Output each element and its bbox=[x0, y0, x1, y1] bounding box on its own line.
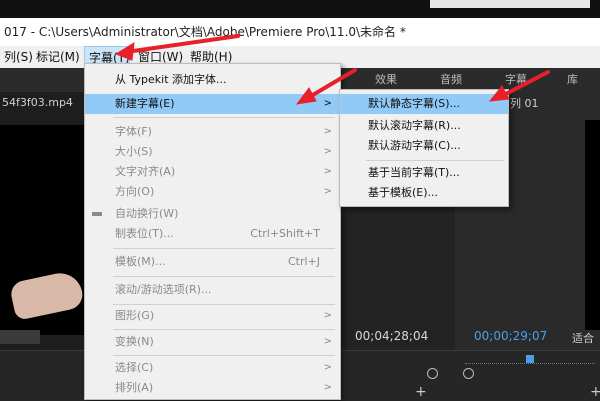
sequence-label[interactable]: 列 01 bbox=[510, 95, 539, 111]
window-title: 017 - C:\Users\Administrator\文档\Adobe\Pr… bbox=[0, 18, 600, 46]
add-button-right-icon[interactable]: + bbox=[590, 384, 600, 400]
fit-dropdown[interactable]: 适合 bbox=[572, 330, 594, 346]
add-button-icon[interactable]: + bbox=[415, 384, 427, 400]
source-end-marker-icon[interactable] bbox=[427, 368, 438, 379]
source-timecode[interactable]: 00;04;28;04 bbox=[355, 329, 428, 343]
clip-name[interactable]: 54f3f03.mp4 bbox=[2, 96, 73, 109]
menu-item-word-wrap[interactable]: 自动换行(W) bbox=[85, 204, 340, 224]
menu-separator bbox=[113, 248, 335, 249]
menu-item-label: 从 Typekit 添加字体... bbox=[115, 73, 227, 86]
menu-separator bbox=[113, 276, 335, 277]
submenu-item-label: 默认静态字幕(S)... bbox=[368, 97, 461, 110]
menu-item-arrange[interactable]: 排列(A) > bbox=[85, 378, 340, 398]
submenu-arrow-icon: > bbox=[323, 336, 332, 347]
menu-separator bbox=[113, 304, 335, 305]
submenu-item-label: 基于模板(E)... bbox=[368, 186, 439, 199]
menu-separator bbox=[113, 355, 335, 356]
program-ruler[interactable] bbox=[465, 363, 595, 368]
menu-item-label: 文字对齐(A) bbox=[115, 165, 176, 178]
submenu-item-default-roll[interactable]: 默认滚动字幕(R)... bbox=[340, 116, 508, 136]
menu-item-label: 图形(G) bbox=[115, 309, 155, 322]
menu-item-label: 方向(O) bbox=[115, 185, 155, 198]
menu-item-tab-stops[interactable]: 制表位(T)... Ctrl+Shift+T bbox=[85, 224, 340, 244]
menu-item-label: 自动换行(W) bbox=[115, 207, 179, 220]
program-timecode[interactable]: 00;00;29;07 bbox=[474, 329, 547, 343]
fit-dropdown-left[interactable] bbox=[0, 330, 40, 344]
submenu-item-default-crawl[interactable]: 默认游动字幕(C)... bbox=[340, 136, 508, 156]
title-menu: 从 Typekit 添加字体... 新建字幕(E) > 字体(F) > 大小(S… bbox=[84, 63, 341, 400]
menu-item-font[interactable]: 字体(F) > bbox=[85, 122, 340, 142]
menu-item-graphic[interactable]: 图形(G) > bbox=[85, 306, 340, 326]
menu-item-templates[interactable]: 模板(M)... Ctrl+J bbox=[85, 252, 340, 272]
menu-item-shortcut: Ctrl+J bbox=[287, 255, 320, 268]
menu-item-shortcut: Ctrl+Shift+T bbox=[250, 227, 320, 240]
program-video bbox=[585, 120, 600, 330]
submenu-item-label: 默认滚动字幕(R)... bbox=[368, 119, 461, 132]
menu-item-label: 新建字幕(E) bbox=[115, 97, 175, 110]
submenu-separator bbox=[366, 160, 504, 161]
program-start-marker-icon[interactable] bbox=[463, 368, 474, 379]
menu-marker[interactable]: 标记(M) bbox=[32, 46, 84, 68]
menu-item-label: 选择(C) bbox=[115, 361, 154, 374]
submenu-item-based-on-current[interactable]: 基于当前字幕(T)... bbox=[340, 163, 508, 183]
submenu-item-default-still[interactable]: 默认静态字幕(S)... bbox=[340, 94, 508, 114]
playhead-icon[interactable] bbox=[526, 355, 534, 363]
menu-item-size[interactable]: 大小(S) > bbox=[85, 142, 340, 162]
menu-item-add-typekit-fonts[interactable]: 从 Typekit 添加字体... bbox=[85, 70, 340, 90]
menu-item-label: 变换(N) bbox=[115, 335, 154, 348]
submenu-arrow-icon: > bbox=[323, 310, 332, 321]
menu-separator bbox=[113, 117, 335, 118]
submenu-arrow-icon: > bbox=[323, 98, 332, 109]
menu-item-label: 制表位(T)... bbox=[115, 227, 174, 240]
menu-item-text-align[interactable]: 文字对齐(A) > bbox=[85, 162, 340, 182]
submenu-item-label: 基于当前字幕(T)... bbox=[368, 166, 460, 179]
submenu-item-label: 默认游动字幕(C)... bbox=[368, 139, 461, 152]
submenu-arrow-icon: > bbox=[323, 362, 332, 373]
menu-item-select[interactable]: 选择(C) > bbox=[85, 358, 340, 378]
tab-libraries[interactable]: 库 bbox=[567, 68, 578, 92]
menu-item-label: 排列(A) bbox=[115, 381, 154, 394]
submenu-arrow-icon: > bbox=[323, 382, 332, 393]
checkmark-icon bbox=[92, 212, 102, 216]
menu-item-label: 字体(F) bbox=[115, 125, 152, 138]
menu-item-transform[interactable]: 变换(N) > bbox=[85, 332, 340, 352]
submenu-arrow-icon: > bbox=[323, 166, 332, 177]
menu-separator bbox=[113, 329, 335, 330]
new-title-submenu: 默认静态字幕(S)... 默认滚动字幕(R)... 默认游动字幕(C)... 基… bbox=[339, 89, 509, 207]
menu-item-roll-crawl-options[interactable]: 滚动/游动选项(R)... bbox=[85, 280, 340, 300]
menu-item-orientation[interactable]: 方向(O) > bbox=[85, 182, 340, 202]
menu-item-label: 大小(S) bbox=[115, 145, 153, 158]
desktop-strip bbox=[0, 0, 600, 18]
submenu-arrow-icon: > bbox=[323, 126, 332, 137]
menu-item-new-title[interactable]: 新建字幕(E) > bbox=[85, 94, 340, 114]
submenu-arrow-icon: > bbox=[323, 186, 332, 197]
menu-item-label: 滚动/游动选项(R)... bbox=[115, 283, 212, 296]
menu-item-label: 模板(M)... bbox=[115, 255, 166, 268]
submenu-arrow-icon: > bbox=[323, 146, 332, 157]
submenu-item-based-on-template[interactable]: 基于模板(E)... bbox=[340, 183, 508, 203]
